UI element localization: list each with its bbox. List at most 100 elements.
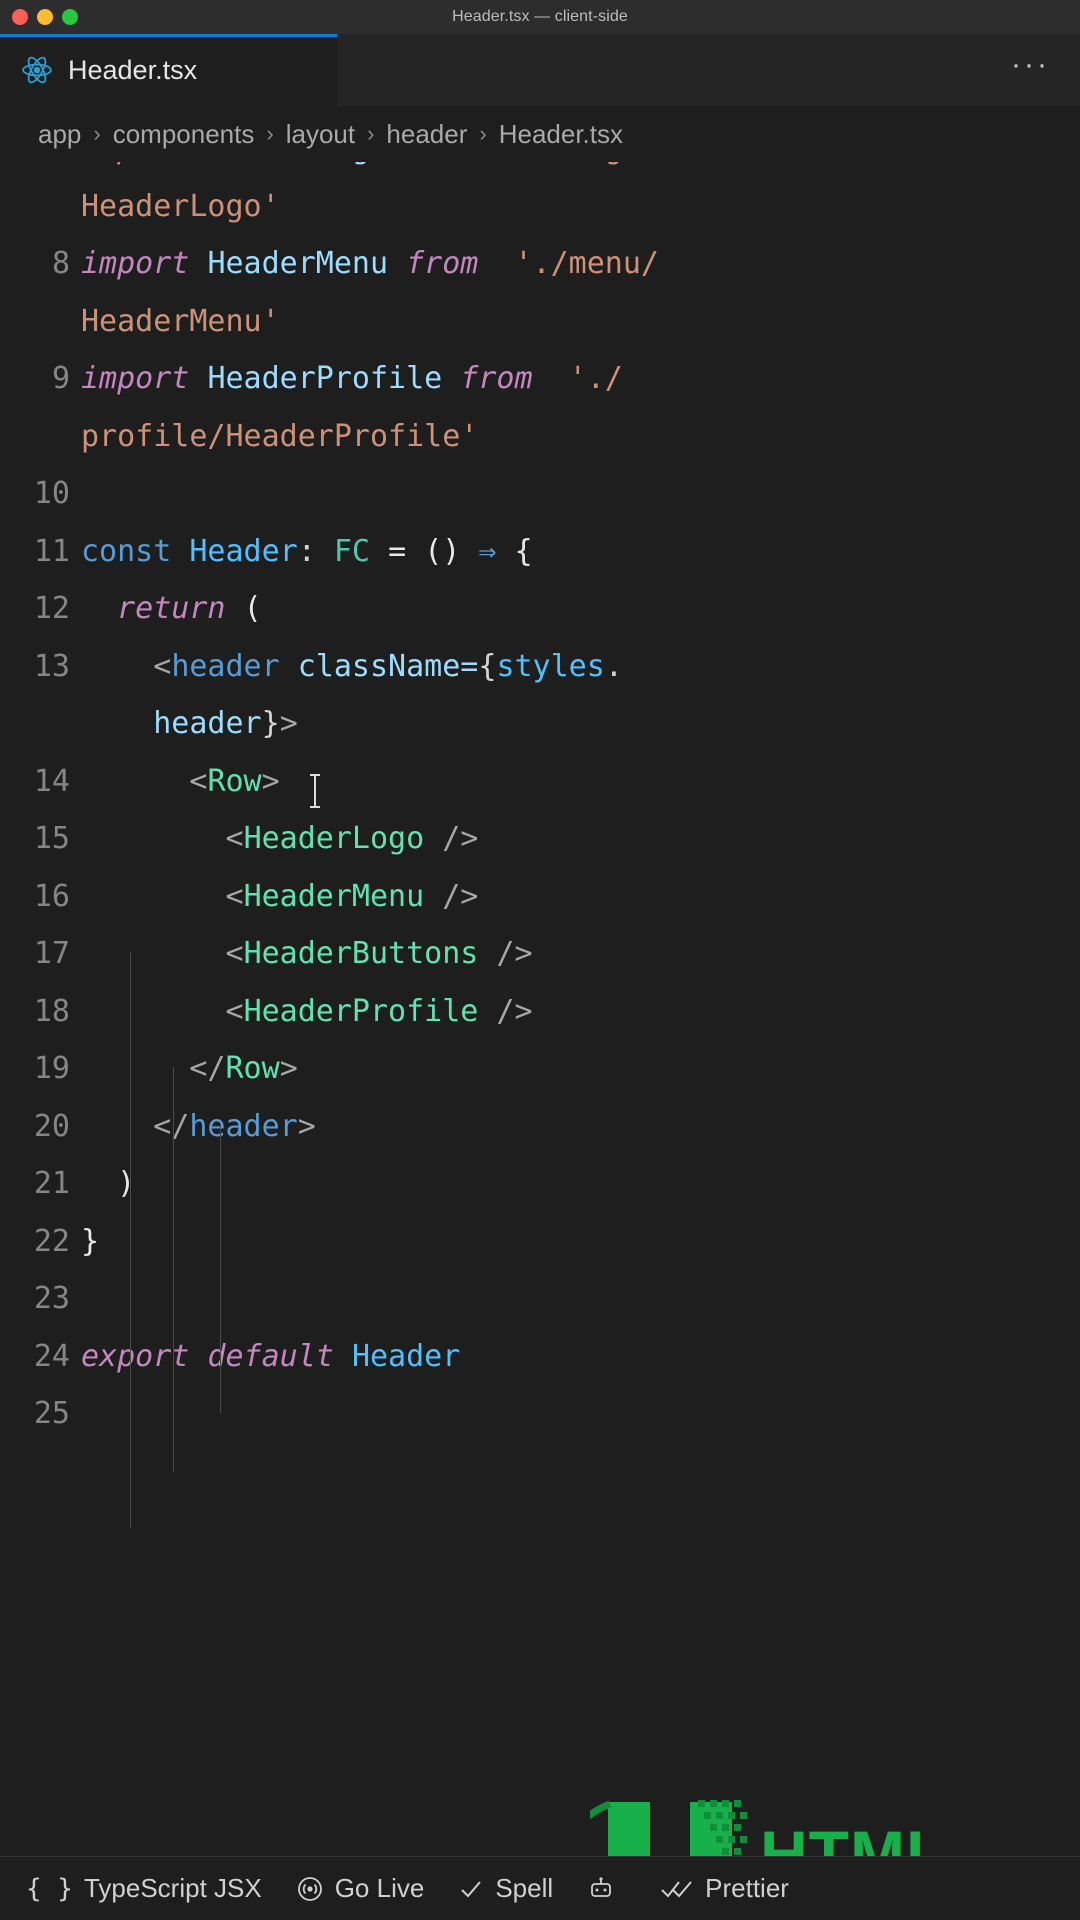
line-number: 11 xyxy=(33,533,70,569)
code-line: 7 import HeaderLogo from './logo/ xyxy=(0,162,1080,178)
token-selfclose: /> xyxy=(424,878,479,914)
status-go-live[interactable]: Go Live xyxy=(296,1873,424,1904)
code-line: 15 <HeaderLogo /> xyxy=(0,810,1080,868)
code-line: 11 const Header: FC = () ⇒ { xyxy=(0,523,1080,581)
double-check-icon xyxy=(660,1876,694,1902)
breadcrumb-item-file[interactable]: Header.tsx xyxy=(499,119,623,150)
token-string: HeaderLogo' xyxy=(81,188,280,224)
line-number: 24 xyxy=(33,1338,70,1374)
line-text: <HeaderButtons /> xyxy=(81,925,1080,983)
status-copilot[interactable] xyxy=(587,1875,626,1903)
code-line: 24 export default Header xyxy=(0,1328,1080,1386)
check-icon xyxy=(458,1876,484,1902)
window-title: Header.tsx — client-side xyxy=(452,8,628,25)
token-arrow: ⇒ xyxy=(478,533,497,569)
line-number: 9 xyxy=(51,361,70,396)
token-string: './menu/ xyxy=(514,246,660,281)
line-number: 15 xyxy=(33,821,70,856)
breadcrumb-item-header[interactable]: header xyxy=(386,119,467,150)
token-tag: header xyxy=(189,1108,298,1144)
code-line: 13 <header className={styles. xyxy=(0,638,1080,696)
code-line: 18 <HeaderProfile /> xyxy=(0,983,1080,1041)
tab-bar-actions: ··· xyxy=(1011,34,1080,106)
line-number: 18 xyxy=(33,993,70,1029)
token-selfclose: /> xyxy=(424,821,479,856)
tab-bar: Header.tsx ··· xyxy=(0,34,1080,106)
token-component: Row xyxy=(225,1051,280,1086)
token-brace: { xyxy=(478,648,497,684)
line-text-wrapped: profile/HeaderProfile' xyxy=(81,408,1080,466)
status-prettier-label: Prettier xyxy=(705,1873,789,1903)
status-spell-label: Spell xyxy=(495,1873,554,1903)
traffic-light-group xyxy=(0,9,78,25)
line-number: 13 xyxy=(33,648,70,684)
more-actions-icon[interactable]: ··· xyxy=(1011,50,1050,90)
minimize-button[interactable] xyxy=(37,9,53,25)
line-number: 7 xyxy=(0,162,86,178)
chevron-right-icon: › xyxy=(479,121,487,146)
line-text: <HeaderMenu /> xyxy=(81,868,1080,926)
status-spell[interactable]: Spell xyxy=(458,1873,553,1904)
token-dot: . xyxy=(604,648,623,684)
indent-guide xyxy=(173,1067,174,1472)
line-text: <HeaderProfile /> xyxy=(81,983,1080,1041)
tab-header-tsx[interactable]: Header.tsx xyxy=(0,34,338,106)
watermark-text: HTML lessons.ru xyxy=(760,1817,974,1856)
line-number: 17 xyxy=(33,936,70,971)
breadcrumb-item-app[interactable]: app xyxy=(38,119,81,150)
breadcrumb-item-components[interactable]: components xyxy=(113,119,255,150)
token-keyword-default: default xyxy=(207,1338,334,1374)
code-line-wrap: HeaderMenu' xyxy=(0,293,1080,351)
indent-guide xyxy=(220,1125,221,1413)
maximize-button[interactable] xyxy=(62,9,78,25)
line-number: 25 xyxy=(33,1396,70,1431)
code-line: 14 <Row> xyxy=(0,753,1080,811)
token-angle: </ xyxy=(189,1051,226,1086)
robot-icon xyxy=(587,1875,615,1903)
line-text: } xyxy=(81,1213,1080,1271)
token-angle-close: > xyxy=(279,706,298,741)
code-line: 25 xyxy=(0,1385,1080,1443)
token-keyword: from xyxy=(460,361,533,396)
token-identifier: HeaderProfile xyxy=(207,361,443,396)
line-text: export default Header xyxy=(81,1328,1080,1386)
token-type: FC xyxy=(333,533,370,569)
status-prettier[interactable]: Prettier xyxy=(660,1873,789,1904)
indent-guide xyxy=(130,952,131,1528)
code-line-wrap: header}> xyxy=(0,695,1080,753)
broadcast-icon xyxy=(296,1875,324,1903)
code-line: 19 </Row> xyxy=(0,1040,1080,1098)
line-text: <Row> xyxy=(81,753,1080,811)
breadcrumb-item-layout[interactable]: layout xyxy=(286,119,355,150)
token-identifier: Header xyxy=(351,1338,461,1374)
line-number: 14 xyxy=(33,763,70,799)
token-identifier: HeaderLogo xyxy=(207,162,388,166)
token-keyword: from xyxy=(406,246,479,281)
code-line: 9 import HeaderProfile from './ xyxy=(0,350,1080,408)
token-paren-close: ) xyxy=(117,1166,136,1201)
token-angle-close: > xyxy=(261,763,280,799)
code-line: 17 <HeaderButtons /> xyxy=(0,925,1080,983)
token-angle: </ xyxy=(153,1108,190,1144)
status-language-mode[interactable]: { } TypeScript JSX xyxy=(26,1873,262,1904)
token-angle: < xyxy=(225,993,244,1029)
code-line: 21 ) xyxy=(0,1155,1080,1213)
token-angle: < xyxy=(189,763,208,799)
token-component: HeaderProfile xyxy=(243,993,479,1029)
line-number: 19 xyxy=(33,1051,70,1086)
code-editor[interactable]: 7 import HeaderLogo from './logo/ Header… xyxy=(0,162,1080,1856)
token-string: HeaderMenu' xyxy=(81,303,280,339)
token-property: header xyxy=(153,706,262,741)
token-colon: : xyxy=(297,533,316,569)
line-number: 16 xyxy=(33,878,70,914)
line-number: 22 xyxy=(33,1223,70,1259)
token-angle-close: > xyxy=(279,1051,298,1086)
react-icon xyxy=(20,53,54,87)
watermark-brand: HTML xyxy=(760,1817,948,1856)
token-brace: { xyxy=(514,533,533,569)
line-number: 23 xyxy=(33,1281,70,1316)
close-button[interactable] xyxy=(12,9,28,25)
token-object: styles xyxy=(496,648,605,684)
line-text: import HeaderMenu from './menu/ xyxy=(81,235,1080,293)
token-angle-close: > xyxy=(297,1108,316,1144)
